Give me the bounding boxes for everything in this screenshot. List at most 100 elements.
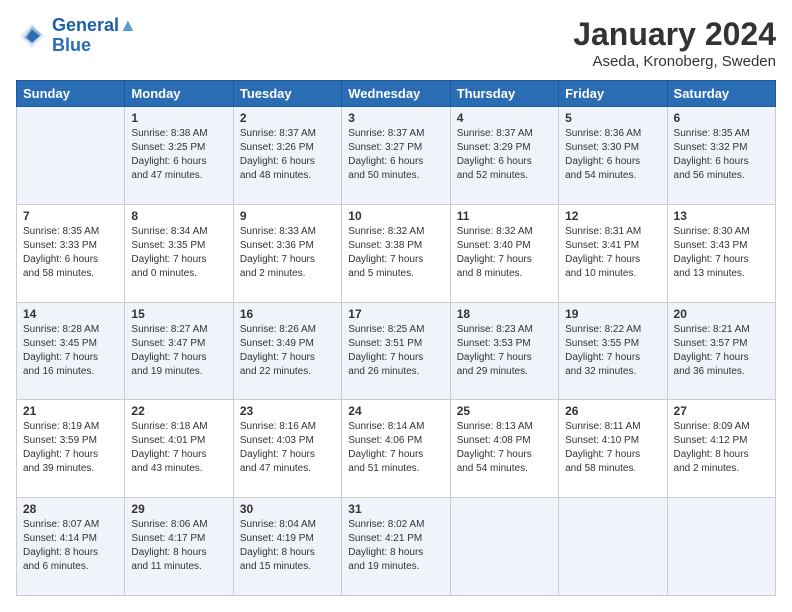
header-row: SundayMondayTuesdayWednesdayThursdayFrid… [17, 81, 776, 107]
day-info: Sunrise: 8:27 AM Sunset: 3:47 PM Dayligh… [131, 323, 226, 379]
day-info: Sunrise: 8:35 AM Sunset: 3:32 PM Dayligh… [674, 127, 769, 183]
calendar-cell: 16Sunrise: 8:26 AM Sunset: 3:49 PM Dayli… [233, 302, 341, 400]
calendar-cell: 2 Sunrise: 8:37 AM Sunset: 3:26 PM Daylig… [233, 107, 341, 205]
logo: General▲ Blue [16, 16, 137, 56]
day-info: Sunrise: 8:06 AM Sunset: 4:17 PM Dayligh… [131, 518, 226, 574]
logo-icon [16, 20, 48, 52]
calendar-cell: 25 Sunrise: 8:13 AM Sunset: 4:08 PM Dayli… [450, 400, 558, 498]
day-info: Sunrise: 8:13 AM Sunset: 4:08 PM Dayligh… [457, 420, 552, 476]
day-info: Sunrise: 8:28 AM Sunset: 3:45 PM Dayligh… [23, 323, 118, 379]
calendar-cell: 9 Sunrise: 8:33 AM Sunset: 3:36 PM Daylig… [233, 204, 341, 302]
calendar-cell: 18 Sunrise: 8:23 AM Sunset: 3:53 PM Dayli… [450, 302, 558, 400]
day-number: 9 [240, 209, 335, 223]
title-block: January 2024 Aseda, Kronoberg, Sweden [573, 16, 776, 70]
col-header-thursday: Thursday [450, 81, 558, 107]
day-info: Sunrise: 8:37 AM Sunset: 3:26 PM Dayligh… [240, 127, 335, 183]
calendar-cell: 26 Sunrise: 8:11 AM Sunset: 4:10 PM Dayli… [559, 400, 667, 498]
month-title: January 2024 [573, 16, 776, 53]
day-number: 19 [565, 307, 660, 321]
location: Aseda, Kronoberg, Sweden [573, 53, 776, 70]
day-number: 24 [348, 404, 443, 418]
logo-text: General▲ Blue [52, 16, 137, 56]
day-info: Sunrise: 8:16 AM Sunset: 4:03 PM Dayligh… [240, 420, 335, 476]
week-row-1: 1Sunrise: 8:38 AM Sunset: 3:25 PM Daylig… [17, 107, 776, 205]
day-info: Sunrise: 8:09 AM Sunset: 4:12 PM Dayligh… [674, 420, 769, 476]
day-number: 4 [457, 111, 552, 125]
day-number: 22 [131, 404, 226, 418]
day-info: Sunrise: 8:23 AM Sunset: 3:53 PM Dayligh… [457, 323, 552, 379]
day-info: Sunrise: 8:32 AM Sunset: 3:38 PM Dayligh… [348, 225, 443, 281]
day-info: Sunrise: 8:25 AM Sunset: 3:51 PM Dayligh… [348, 323, 443, 379]
week-row-5: 28 Sunrise: 8:07 AM Sunset: 4:14 PM Dayli… [17, 498, 776, 596]
calendar-cell: 15 Sunrise: 8:27 AM Sunset: 3:47 PM Dayli… [125, 302, 233, 400]
day-number: 29 [131, 502, 226, 516]
calendar-cell: 14 Sunrise: 8:28 AM Sunset: 3:45 PM Dayli… [17, 302, 125, 400]
day-info: Sunrise: 8:36 AM Sunset: 3:30 PM Dayligh… [565, 127, 660, 183]
day-info: Sunrise: 8:02 AM Sunset: 4:21 PM Dayligh… [348, 518, 443, 574]
day-number: 11 [457, 209, 552, 223]
calendar-cell: 13Sunrise: 8:30 AM Sunset: 3:43 PM Dayli… [667, 204, 775, 302]
calendar-cell [667, 498, 775, 596]
calendar-cell: 5 Sunrise: 8:36 AM Sunset: 3:30 PM Daylig… [559, 107, 667, 205]
day-info: Sunrise: 8:37 AM Sunset: 3:27 PM Dayligh… [348, 127, 443, 183]
day-number: 15 [131, 307, 226, 321]
page: General▲ Blue January 2024 Aseda, Kronob… [0, 0, 792, 612]
col-header-sunday: Sunday [17, 81, 125, 107]
day-number: 25 [457, 404, 552, 418]
day-number: 31 [348, 502, 443, 516]
calendar-cell: 3 Sunrise: 8:37 AM Sunset: 3:27 PM Daylig… [342, 107, 450, 205]
day-number: 30 [240, 502, 335, 516]
calendar-cell: 30 Sunrise: 8:04 AM Sunset: 4:19 PM Dayli… [233, 498, 341, 596]
day-info: Sunrise: 8:07 AM Sunset: 4:14 PM Dayligh… [23, 518, 118, 574]
day-number: 27 [674, 404, 769, 418]
day-info: Sunrise: 8:35 AM Sunset: 3:33 PM Dayligh… [23, 225, 118, 281]
col-header-wednesday: Wednesday [342, 81, 450, 107]
day-number: 28 [23, 502, 118, 516]
calendar-cell: 11 Sunrise: 8:32 AM Sunset: 3:40 PM Dayli… [450, 204, 558, 302]
day-number: 5 [565, 111, 660, 125]
col-header-monday: Monday [125, 81, 233, 107]
day-info: Sunrise: 8:32 AM Sunset: 3:40 PM Dayligh… [457, 225, 552, 281]
day-info: Sunrise: 8:11 AM Sunset: 4:10 PM Dayligh… [565, 420, 660, 476]
calendar-cell: 1Sunrise: 8:38 AM Sunset: 3:25 PM Daylig… [125, 107, 233, 205]
day-info: Sunrise: 8:38 AM Sunset: 3:25 PM Dayligh… [131, 127, 226, 183]
day-info: Sunrise: 8:04 AM Sunset: 4:19 PM Dayligh… [240, 518, 335, 574]
day-number: 6 [674, 111, 769, 125]
day-info: Sunrise: 8:22 AM Sunset: 3:55 PM Dayligh… [565, 323, 660, 379]
calendar-cell: 31 Sunrise: 8:02 AM Sunset: 4:21 PM Dayli… [342, 498, 450, 596]
col-header-tuesday: Tuesday [233, 81, 341, 107]
calendar-cell [17, 107, 125, 205]
calendar-cell: 20Sunrise: 8:21 AM Sunset: 3:57 PM Dayli… [667, 302, 775, 400]
day-info: Sunrise: 8:18 AM Sunset: 4:01 PM Dayligh… [131, 420, 226, 476]
calendar-cell: 22 Sunrise: 8:18 AM Sunset: 4:01 PM Dayli… [125, 400, 233, 498]
calendar-cell [559, 498, 667, 596]
day-number: 13 [674, 209, 769, 223]
calendar-cell: 17Sunrise: 8:25 AM Sunset: 3:51 PM Dayli… [342, 302, 450, 400]
col-header-saturday: Saturday [667, 81, 775, 107]
calendar-cell: 29 Sunrise: 8:06 AM Sunset: 4:17 PM Dayli… [125, 498, 233, 596]
day-info: Sunrise: 8:33 AM Sunset: 3:36 PM Dayligh… [240, 225, 335, 281]
day-number: 3 [348, 111, 443, 125]
logo-line1: General [52, 15, 119, 35]
calendar-cell: 24 Sunrise: 8:14 AM Sunset: 4:06 PM Dayli… [342, 400, 450, 498]
day-info: Sunrise: 8:31 AM Sunset: 3:41 PM Dayligh… [565, 225, 660, 281]
day-number: 26 [565, 404, 660, 418]
day-number: 18 [457, 307, 552, 321]
day-info: Sunrise: 8:26 AM Sunset: 3:49 PM Dayligh… [240, 323, 335, 379]
col-header-friday: Friday [559, 81, 667, 107]
calendar-cell: 19 Sunrise: 8:22 AM Sunset: 3:55 PM Dayli… [559, 302, 667, 400]
day-number: 12 [565, 209, 660, 223]
calendar-cell: 23 Sunrise: 8:16 AM Sunset: 4:03 PM Dayli… [233, 400, 341, 498]
calendar-cell [450, 498, 558, 596]
day-number: 2 [240, 111, 335, 125]
day-info: Sunrise: 8:34 AM Sunset: 3:35 PM Dayligh… [131, 225, 226, 281]
day-number: 23 [240, 404, 335, 418]
day-number: 14 [23, 307, 118, 321]
day-number: 7 [23, 209, 118, 223]
calendar-cell: 21Sunrise: 8:19 AM Sunset: 3:59 PM Dayli… [17, 400, 125, 498]
week-row-4: 21Sunrise: 8:19 AM Sunset: 3:59 PM Dayli… [17, 400, 776, 498]
week-row-2: 7 Sunrise: 8:35 AM Sunset: 3:33 PM Daylig… [17, 204, 776, 302]
day-info: Sunrise: 8:14 AM Sunset: 4:06 PM Dayligh… [348, 420, 443, 476]
calendar-cell: 28 Sunrise: 8:07 AM Sunset: 4:14 PM Dayli… [17, 498, 125, 596]
header: General▲ Blue January 2024 Aseda, Kronob… [16, 16, 776, 70]
